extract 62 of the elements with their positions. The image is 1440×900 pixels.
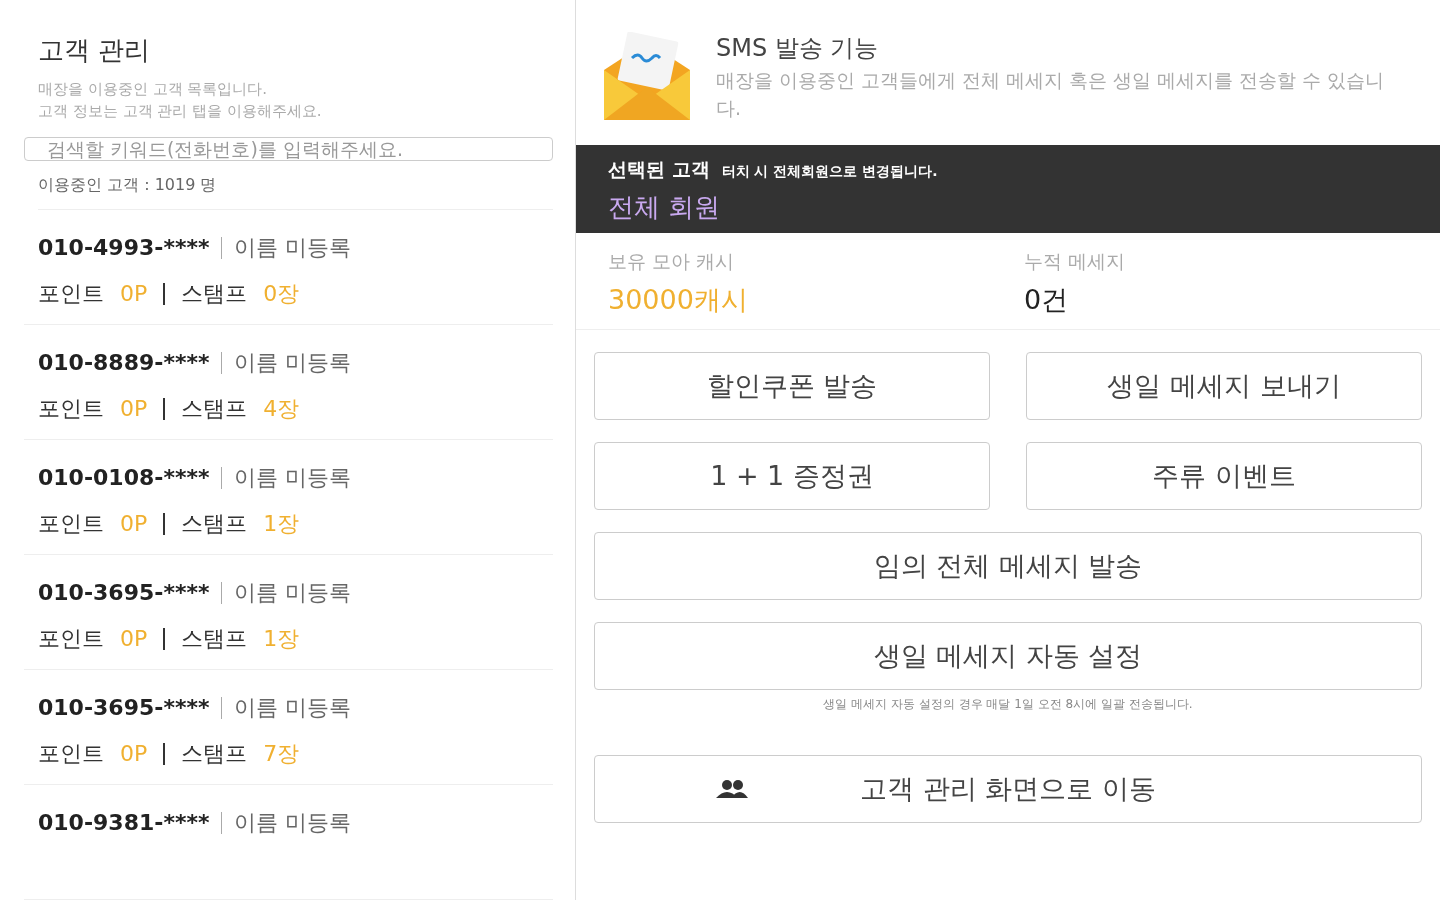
phone-number: 010-4993-**** <box>38 234 210 262</box>
people-icon <box>715 779 749 799</box>
points-value: 0P <box>120 395 148 423</box>
phone-number: 010-0108-**** <box>38 464 210 492</box>
bar-hint: 터치 시 전체회원으로 변경됩니다. <box>721 162 938 181</box>
stamps-label: 스탬프 <box>181 625 248 653</box>
customer-row[interactable]: 010-3695-**** 이름 미등록 포인트 0P 스탬프 1장 <box>24 555 553 670</box>
customer-name: 이름 미등록 <box>234 234 352 262</box>
points-label: 포인트 <box>38 740 104 768</box>
action-button[interactable]: 할인쿠폰 발송 <box>594 352 990 420</box>
stamps-label: 스탬프 <box>181 280 248 308</box>
action-button[interactable]: 주류 이벤트 <box>1026 442 1422 510</box>
points-value: 0P <box>120 740 148 768</box>
points-value: 0P <box>120 510 148 538</box>
action-button[interactable]: 임의 전체 메세지 발송 <box>594 532 1422 600</box>
description-text: 고객 정보는 고객 관리 탭을 이용해주세요. <box>38 101 323 122</box>
stamps-value: 4장 <box>263 395 300 423</box>
description-text: 매장을 이용중인 고객들에게 전체 메세지 혹은 생일 메세지를 전송할 수 있습니다. <box>716 68 1386 121</box>
stamps-value: 7장 <box>263 740 300 768</box>
points-value: 0P <box>120 625 148 653</box>
stat-value: 30000캐시 <box>608 282 749 317</box>
selected-customer-bar[interactable]: 선택된 고객 터치 시 전체회원으로 변경됩니다. 전체 회원 <box>576 145 1440 233</box>
description-text: 매장을 이용중인 고객 목록입니다. <box>38 79 269 100</box>
action-button[interactable]: 생일 메세지 보내기 <box>1026 352 1422 420</box>
panel-title: 고객 관리 <box>38 34 152 67</box>
customer-name: 이름 미등록 <box>234 809 352 837</box>
phone-number: 010-3695-**** <box>38 694 210 722</box>
points-label: 포인트 <box>38 395 104 423</box>
customer-row[interactable]: 010-9381-**** 이름 미등록 <box>24 785 553 900</box>
customer-count: 이용중인 고객 : 1019 명 <box>38 173 553 210</box>
points-label: 포인트 <box>38 510 104 538</box>
customer-row[interactable]: 010-4993-**** 이름 미등록 포인트 0P 스탬프 0장 <box>24 210 553 325</box>
action-button[interactable]: 생일 메세지 자동 설정 <box>594 622 1422 690</box>
bar-label: 선택된 고객 <box>608 157 710 182</box>
navigate-button[interactable]: 고객 관리 화면으로 이동 <box>594 755 1422 823</box>
customer-row[interactable]: 010-8889-**** 이름 미등록 포인트 0P 스탬프 4장 <box>24 325 553 440</box>
section-title: SMS 발송 기능 <box>716 33 880 64</box>
points-label: 포인트 <box>38 280 104 308</box>
stamps-label: 스탬프 <box>181 395 248 423</box>
stamps-label: 스탬프 <box>181 510 248 538</box>
phone-number: 010-3695-**** <box>38 579 210 607</box>
search-field[interactable]: 검색할 키워드(전화번호)를 입력해주세요. <box>24 137 553 161</box>
stamps-label: 스탬프 <box>181 740 248 768</box>
points-value: 0P <box>120 280 148 308</box>
customer-name: 이름 미등록 <box>234 349 352 377</box>
stat-value: 0건 <box>1024 282 1070 317</box>
customer-row[interactable]: 010-0108-**** 이름 미등록 포인트 0P 스탬프 1장 <box>24 440 553 555</box>
customer-name: 이름 미등록 <box>234 464 352 492</box>
stamps-value: 1장 <box>263 510 300 538</box>
stat-label: 보유 모아 캐시 <box>608 249 736 274</box>
note-text: 생일 메세지 자동 설정의 경우 매달 1일 오전 8시에 일괄 전송됩니다. <box>822 696 1194 713</box>
phone-number: 010-8889-**** <box>38 349 210 377</box>
phone-number: 010-9381-**** <box>38 809 210 837</box>
stat-label: 누적 메세지 <box>1024 249 1127 274</box>
points-label: 포인트 <box>38 625 104 653</box>
customer-name: 이름 미등록 <box>234 694 352 722</box>
customer-name: 이름 미등록 <box>234 579 352 607</box>
customer-row[interactable]: 010-3695-**** 이름 미등록 포인트 0P 스탬프 7장 <box>24 670 553 785</box>
stamps-value: 0장 <box>263 280 300 308</box>
action-button[interactable]: 1 + 1 증정권 <box>594 442 990 510</box>
stamps-value: 1장 <box>263 625 300 653</box>
selected-value: 전체 회원 <box>608 190 722 224</box>
